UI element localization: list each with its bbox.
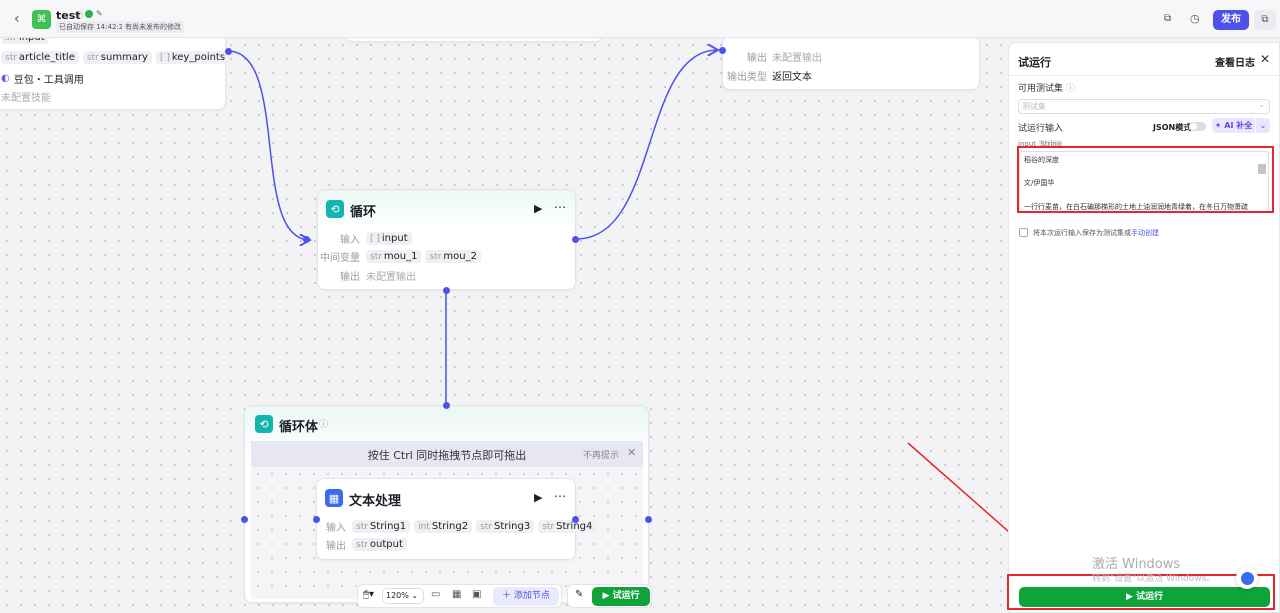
- test-run-button[interactable]: ▶ 试运行: [592, 587, 650, 606]
- loop-input-port[interactable]: [303, 236, 310, 243]
- ai-fill-dropdown[interactable]: ⌄: [1256, 118, 1270, 133]
- header: ‹ ⌘ test ⓘ ✎ 已自动保存 14:42:20 有尚未发布的修改 ⧉ ◷…: [0, 0, 1280, 38]
- layout-icon[interactable]: ▦: [452, 589, 461, 600]
- copy-icon[interactable]: ⧉: [1164, 13, 1171, 24]
- tag-article-title: str article_title: [1, 51, 79, 64]
- more-options-icon[interactable]: ⋯: [554, 200, 566, 214]
- run-node-icon[interactable]: ▶: [534, 491, 542, 504]
- info-icon[interactable]: ⓘ: [319, 417, 328, 430]
- loop-body-port[interactable]: [443, 287, 450, 294]
- windows-watermark-sub: 转到"设置"以激活 Windows。: [1092, 574, 1216, 584]
- loop-body-title: 循环体: [279, 420, 319, 435]
- output-type-value: 返回文本: [772, 72, 812, 83]
- assistant-float-button[interactable]: [1236, 567, 1258, 589]
- output-port[interactable]: [225, 48, 232, 55]
- tag-string3: str String3: [476, 520, 535, 533]
- publish-button[interactable]: 发布: [1213, 10, 1249, 30]
- unpublished-badge: 有尚未发布的修改: [122, 21, 184, 33]
- testset-label: 可用测试集 ⓘ: [1018, 84, 1075, 94]
- loop-icon: ⟲: [326, 200, 344, 218]
- end-node[interactable]: 输出 未配置输出 输出类型 返回文本: [722, 36, 980, 90]
- edge-agent-loop: [227, 50, 310, 240]
- save-testset-checkbox[interactable]: [1019, 228, 1028, 237]
- dismiss-hint-button[interactable]: 不再提示: [583, 448, 619, 461]
- run-node-icon[interactable]: ▶: [534, 202, 542, 215]
- input-port[interactable]: [719, 47, 726, 54]
- loop-body-top-port[interactable]: [443, 402, 450, 409]
- run-input-label: 试运行输入: [1018, 124, 1064, 134]
- text-process-node[interactable]: ▦ 文本处理 ▶ ⋯ 输入 str String1 int String2 str S…: [316, 478, 597, 560]
- text-output-port[interactable]: [572, 516, 579, 523]
- body-right-port[interactable]: [645, 516, 652, 523]
- tag-mou-1: str mou_1: [366, 250, 422, 263]
- app-icon: ⌘: [32, 10, 51, 29]
- output-value: 未配置输出: [772, 53, 822, 64]
- add-node-button[interactable]: ＋ 添加节点: [493, 587, 559, 606]
- tag-output: str output: [352, 538, 407, 551]
- mouse-mode-icon[interactable]: 🖱▾: [363, 589, 374, 600]
- run-toolbar: ✎ ▶ 试运行: [567, 584, 652, 608]
- node-title: 循环: [350, 205, 377, 220]
- tag-input: [ ] input: [366, 232, 412, 245]
- input-label: 输入: [340, 235, 360, 246]
- view-log-button[interactable]: 查看日志: [1215, 54, 1255, 69]
- debug-icon[interactable]: ✎: [575, 589, 583, 600]
- output-value: 未配置输出: [366, 272, 416, 283]
- windows-watermark: 激活 Windows: [1092, 557, 1181, 572]
- info-icon[interactable]: ⓘ: [75, 10, 83, 21]
- tag-mou-2: str mou_2: [425, 250, 481, 263]
- json-mode-toggle[interactable]: [1189, 122, 1206, 131]
- divider: [1009, 75, 1279, 76]
- doubao-icon: ◐: [1, 73, 10, 84]
- tag-string4: str String4: [538, 520, 597, 533]
- json-mode-label: JSON模式: [1153, 123, 1192, 132]
- input-label: 输入: [326, 523, 346, 534]
- canvas-toolbar: 🖱▾ 120% ⌄ ▭ ▦ ▣ ＋ 添加节点: [357, 584, 562, 608]
- var-label: 中间变量: [320, 253, 360, 264]
- loop-output-port[interactable]: [572, 236, 579, 243]
- history-icon[interactable]: ◷: [1190, 12, 1200, 25]
- agent-node[interactable]: strinput strarticle_title strsummary [ ]…: [0, 28, 230, 110]
- output-label: 输出: [340, 272, 360, 283]
- manual-create-link[interactable]: 手动创建: [1131, 229, 1159, 237]
- close-icon[interactable]: ✕: [627, 446, 636, 459]
- model-name: 豆包・工具调用: [13, 75, 84, 86]
- output-label: 输出: [747, 53, 767, 64]
- save-status: 已自动保存 14:42:20: [56, 21, 131, 33]
- testset-select[interactable]: 测试集 ⌄: [1018, 99, 1270, 114]
- output-label: 输出: [326, 541, 346, 552]
- body-left-port[interactable]: [241, 516, 248, 523]
- hint-bar: 按住 Ctrl 同时拖拽节点即可拖出 不再提示 ✕: [251, 441, 643, 467]
- minimap-icon[interactable]: ▣: [472, 589, 481, 600]
- save-testset-text: 将本次运行输入保存为测试集或手动创建: [1033, 229, 1159, 237]
- back-button[interactable]: ‹: [14, 11, 20, 27]
- annotation-box-input: [1017, 146, 1274, 213]
- zoom-select[interactable]: 120% ⌄: [382, 588, 424, 604]
- loop-body-icon: ⟲: [255, 415, 273, 433]
- close-panel-icon[interactable]: ✕: [1260, 52, 1270, 66]
- node-title: 文本处理: [349, 494, 402, 509]
- panel-title: 试运行: [1018, 56, 1051, 69]
- text-input-port[interactable]: [313, 516, 320, 523]
- status-check-icon: [85, 10, 93, 18]
- loop-node[interactable]: ⟲ 循环 ▶ ⋯ 输入 [ ] input 中间变量 str mou_1 str mou_2…: [317, 189, 576, 290]
- tag-string1: str String1: [352, 520, 411, 533]
- test-run-panel: 试运行 查看日志 ✕ 可用测试集 ⓘ 测试集 ⌄ 试运行输入 JSON模式 ✦ A…: [1008, 42, 1280, 613]
- more-options-icon[interactable]: ⋯: [554, 489, 566, 503]
- edge-loop-end: [575, 50, 718, 240]
- tag-key-points: [ ] key_points: [155, 51, 230, 64]
- comment-icon[interactable]: ▭: [431, 589, 440, 600]
- skill-status: 未配置技能: [1, 93, 51, 104]
- tag-string2: int String2: [414, 520, 473, 533]
- edit-icon[interactable]: ✎: [96, 9, 103, 18]
- ai-fill-button[interactable]: ✦ AI 补全: [1212, 118, 1255, 133]
- more-icon[interactable]: ⧉: [1254, 10, 1276, 30]
- output-type-label: 输出类型: [727, 72, 767, 83]
- tag-summary: str summary: [82, 51, 152, 64]
- text-process-icon: ▦: [325, 489, 343, 507]
